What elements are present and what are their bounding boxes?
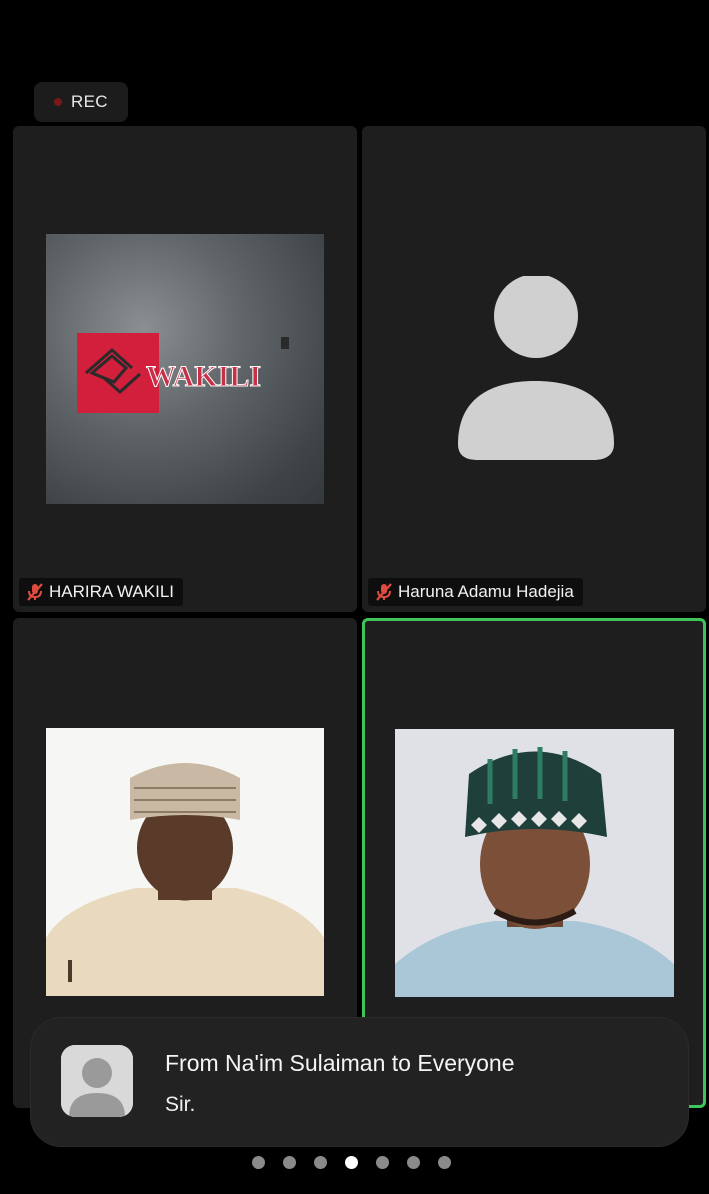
video-tile-harira-wakili[interactable]: WAKILI HARIRA WAKILI: [13, 126, 357, 612]
participant-name: Haruna Adamu Hadejia: [398, 582, 574, 601]
recording-dot-icon: [54, 98, 62, 106]
page-dot-3[interactable]: [314, 1156, 327, 1169]
generic-avatar-icon: [458, 276, 614, 460]
mic-muted-icon: [376, 583, 392, 601]
participant-profile-picture: [46, 728, 324, 996]
participant-profile-picture: WAKILI: [46, 234, 324, 504]
participant-name-tag: HARIRA WAKILI: [19, 578, 184, 606]
recording-label: REC: [71, 92, 108, 111]
participant-name: HARIRA WAKILI: [49, 582, 175, 601]
person-photo: [46, 728, 324, 996]
page-dot-4-current[interactable]: [345, 1156, 358, 1169]
notification-title: From Na'im Sulaiman to Everyone: [165, 1050, 515, 1076]
recording-indicator: REC: [34, 82, 128, 122]
participant-name-tag: Haruna Adamu Hadejia: [368, 578, 583, 606]
video-tile-haruna-adamu-hadejia[interactable]: Haruna Adamu Hadejia: [362, 126, 706, 612]
page-dot-2[interactable]: [283, 1156, 296, 1169]
sender-avatar: [61, 1045, 133, 1117]
mic-muted-icon: [27, 583, 43, 601]
page-dot-7[interactable]: [438, 1156, 451, 1169]
wakili-logo-image: WAKILI: [77, 333, 289, 413]
participant-profile-picture: [395, 729, 674, 997]
chat-notification[interactable]: From Na'im Sulaiman to Everyone Sir.: [31, 1018, 688, 1146]
page-dot-1[interactable]: [252, 1156, 265, 1169]
person-photo: [395, 729, 674, 997]
notification-message: Sir.: [165, 1093, 196, 1116]
user-avatar-icon: [61, 1045, 133, 1117]
page-dot-6[interactable]: [407, 1156, 420, 1169]
page-indicator[interactable]: [252, 1156, 451, 1169]
logo-text: WAKILI: [146, 360, 261, 393]
page-dot-5[interactable]: [376, 1156, 389, 1169]
